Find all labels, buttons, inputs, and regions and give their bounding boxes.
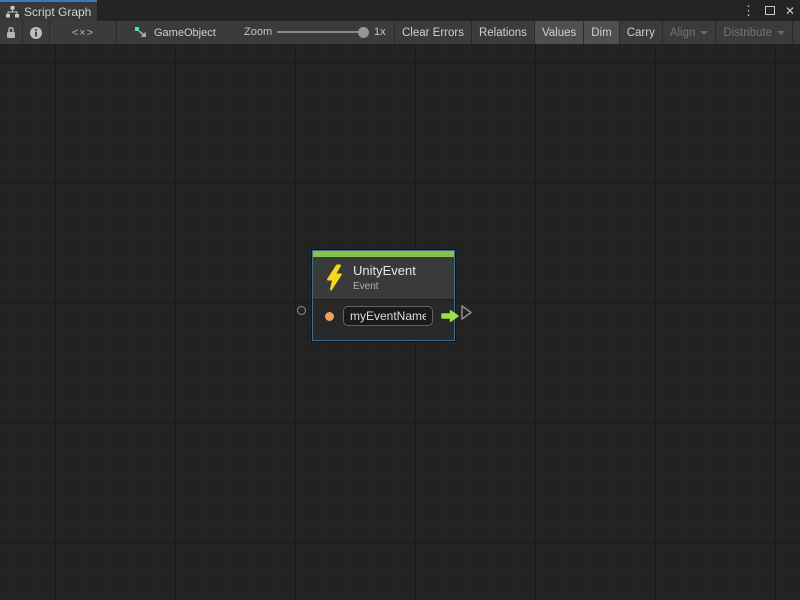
zoom-value: 1x [374,21,386,44]
distribute-label: Distribute [723,27,772,39]
values-label: Values [542,27,576,39]
unity-event-node[interactable]: UnityEvent Event [312,250,455,341]
zoom-slider[interactable] [277,21,367,44]
node-output-port[interactable] [460,304,473,321]
graph-canvas[interactable]: UnityEvent Event [0,44,800,600]
node-input-port[interactable] [297,306,306,315]
gameobject-label: GameObject [154,27,216,39]
zoom-slider-handle[interactable] [358,27,369,38]
tab-bar: Script Graph ⋮ ✕ [0,0,800,21]
graph-toolbar: <×> GameObject Zoom 1x Clear Errors Rela… [0,21,800,44]
overview-button[interactable]: Overview [792,21,800,44]
distribute-dropdown-button[interactable]: Distribute [715,21,792,44]
dim-toggle-button[interactable]: Dim [583,21,618,44]
clear-errors-label: Clear Errors [402,27,464,39]
align-dropdown-button[interactable]: Align [662,21,716,44]
gameobject-icon [134,26,148,40]
tab-script-graph[interactable]: Script Graph [0,0,97,21]
zoom-slider-track[interactable] [277,31,367,33]
chevron-down-icon [700,31,708,35]
lock-button[interactable] [0,21,23,44]
clear-errors-button[interactable]: Clear Errors [394,21,471,44]
node-titles: UnityEvent Event [353,263,416,292]
relations-label: Relations [479,27,527,39]
dim-label: Dim [591,27,611,39]
node-header[interactable]: UnityEvent Event [313,257,454,299]
node-body [313,299,454,340]
window-controls: ⋮ ✕ [742,0,795,21]
trigger-arrow-icon [440,309,460,323]
relations-button[interactable]: Relations [471,21,534,44]
close-icon[interactable]: ✕ [785,5,795,17]
unity-script-graph-window: Script Graph ⋮ ✕ <×> [0,0,800,600]
carry-button[interactable]: Carry [619,21,662,44]
info-icon [29,26,43,40]
maximize-icon[interactable] [765,6,775,15]
zoom-label: Zoom [244,21,272,44]
edit-graph-button[interactable]: <×> [50,21,117,44]
node-title: UnityEvent [353,263,416,278]
menu-icon[interactable]: ⋮ [742,4,755,17]
tab-title: Script Graph [24,5,91,19]
lock-icon [6,26,16,39]
gameobject-button[interactable]: GameObject [117,21,229,44]
toolbar-button-group: Clear Errors Relations Values Dim Carry … [394,21,800,44]
string-value-port[interactable] [325,312,334,321]
info-button[interactable] [23,21,50,44]
node-subtitle: Event [353,281,416,292]
lightning-bolt-icon [325,264,343,291]
code-icon: <×> [72,27,94,39]
align-label: Align [670,27,696,39]
event-name-input[interactable] [343,306,433,326]
graph-hierarchy-icon [6,6,19,18]
values-toggle-button[interactable]: Values [534,21,583,44]
carry-label: Carry [627,27,655,39]
chevron-down-icon [777,31,785,35]
